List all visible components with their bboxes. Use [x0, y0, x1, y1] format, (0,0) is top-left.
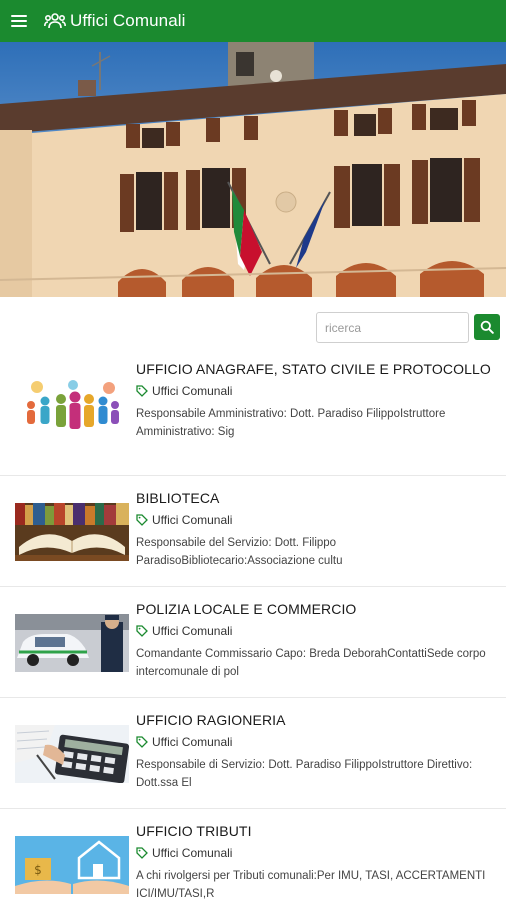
- item-category-tag[interactable]: Uffici Comunali: [136, 383, 496, 399]
- item-title[interactable]: BIBLIOTECA: [136, 488, 496, 509]
- item-title[interactable]: UFFICIO ANAGRAFE, STATO CIVILE E PROTOCO…: [136, 359, 496, 380]
- item-thumbnail-books: [15, 503, 129, 561]
- search-bar: [316, 312, 500, 343]
- item-category-label: Uffici Comunali: [152, 384, 233, 398]
- item-category-tag[interactable]: Uffici Comunali: [136, 623, 496, 639]
- item-category-label: Uffici Comunali: [152, 846, 233, 860]
- item-excerpt: Responsabile del Servizio: Dott. Filippo…: [136, 537, 343, 567]
- item-category-label: Uffici Comunali: [152, 624, 233, 638]
- item-category-label: Uffici Comunali: [152, 735, 233, 749]
- item-excerpt: Responsabile di Servizio: Dott. Paradiso…: [136, 759, 473, 789]
- group-icon: [44, 13, 66, 29]
- search-button[interactable]: [474, 314, 500, 340]
- search-icon: [480, 320, 494, 334]
- hamburger-menu-icon[interactable]: [11, 14, 27, 28]
- item-category-label: Uffici Comunali: [152, 513, 233, 527]
- item-excerpt: A chi rivolgersi per Tributi comunali:Pe…: [136, 870, 486, 900]
- item-category-tag[interactable]: Uffici Comunali: [136, 845, 496, 861]
- list-item[interactable]: $ UFFICIO TRIBUTI Uffici Comunali A chi …: [0, 809, 506, 900]
- tag-icon: [136, 625, 148, 637]
- town-hall-hero-image: [0, 42, 506, 297]
- item-category-tag[interactable]: Uffici Comunali: [136, 512, 496, 528]
- app-title: Uffici Comunali: [70, 11, 186, 30]
- list-item[interactable]: BIBLIOTECA Uffici Comunali Responsabile …: [0, 476, 506, 587]
- item-thumbnail-police: [15, 614, 129, 672]
- item-thumbnail-people: [15, 379, 129, 439]
- item-category-tag[interactable]: Uffici Comunali: [136, 734, 496, 750]
- item-thumbnail-house-hands: $: [15, 836, 129, 894]
- tag-icon: [136, 385, 148, 397]
- app-bar: Uffici Comunali: [0, 0, 506, 42]
- item-thumbnail-calculator: [15, 725, 129, 783]
- tag-icon: [136, 514, 148, 526]
- list-item[interactable]: UFFICIO RAGIONERIA Uffici Comunali Respo…: [0, 698, 506, 809]
- offices-list: UFFICIO ANAGRAFE, STATO CIVILE E PROTOCO…: [0, 355, 506, 900]
- tag-icon: [136, 847, 148, 859]
- item-excerpt: Responsabile Amministrativo: Dott. Parad…: [136, 408, 446, 438]
- item-title[interactable]: UFFICIO TRIBUTI: [136, 821, 496, 842]
- svg-text:$: $: [34, 863, 42, 877]
- search-input[interactable]: [316, 312, 469, 343]
- item-title[interactable]: UFFICIO RAGIONERIA: [136, 710, 496, 731]
- item-title[interactable]: POLIZIA LOCALE E COMMERCIO: [136, 599, 496, 620]
- list-item[interactable]: POLIZIA LOCALE E COMMERCIO Uffici Comuna…: [0, 587, 506, 698]
- list-item[interactable]: UFFICIO ANAGRAFE, STATO CIVILE E PROTOCO…: [0, 355, 506, 476]
- item-excerpt: Comandante Commissario Capo: Breda Debor…: [136, 648, 486, 678]
- tag-icon: [136, 736, 148, 748]
